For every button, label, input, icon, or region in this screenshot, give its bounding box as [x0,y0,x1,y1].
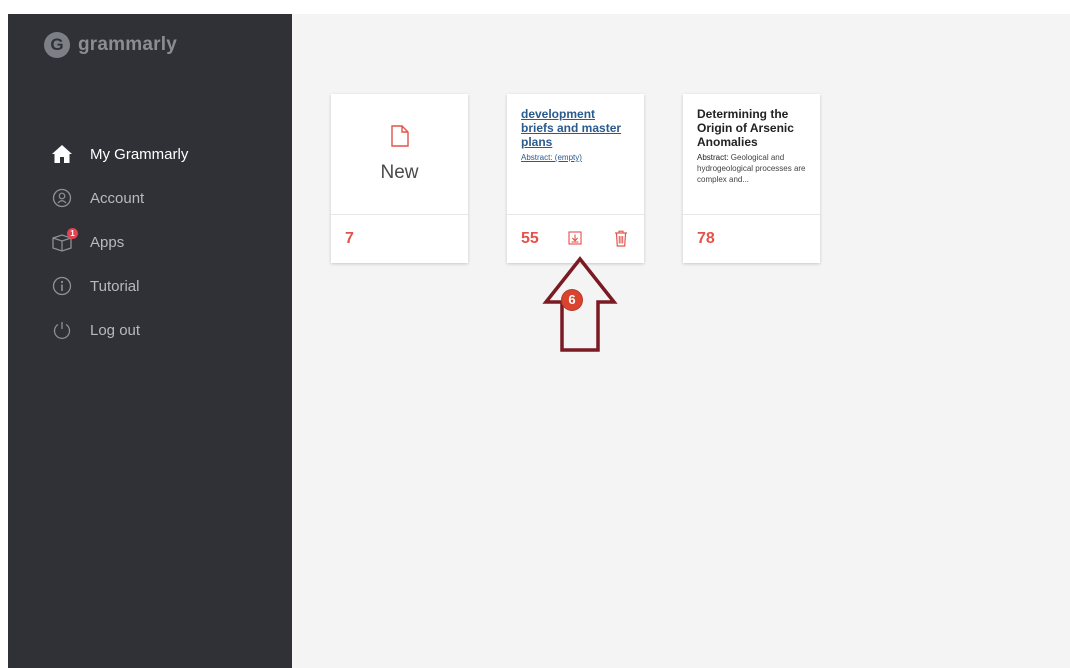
document-title[interactable]: development briefs and master plans [521,107,630,149]
new-document-body[interactable]: New [331,94,468,215]
grammarly-logo-icon: G [44,32,70,58]
step-number-badge: 6 [562,290,582,310]
document-abstract: Abstract: (empty) [521,153,582,162]
apps-notification-badge: 1 [67,228,78,239]
home-icon [50,142,74,166]
abstract-label: Abstract: [697,153,729,162]
sidebar-item-account[interactable]: Account [50,176,188,220]
sidebar-nav: My Grammarly Account 1 Apps Tutorial Log… [50,132,188,352]
new-document-label: New [380,161,419,183]
grammarly-logo-text: grammarly [78,34,177,55]
info-icon [50,274,74,298]
sidebar-item-apps[interactable]: 1 Apps [50,220,188,264]
document-card[interactable]: Determining the Origin of Arsenic Anomal… [683,94,820,263]
sidebar-item-tutorial[interactable]: Tutorial [50,264,188,308]
grammarly-logo[interactable]: G grammarly [44,32,177,58]
new-document-card[interactable]: New 7 [331,94,468,263]
sidebar-item-label: My Grammarly [90,145,189,163]
card-count: 55 [521,230,539,247]
document-card[interactable]: development briefs and master plans Abst… [507,94,644,263]
app-frame: G grammarly My Grammarly Account 1 Apps … [8,14,1070,668]
sidebar-item-label: Tutorial [90,277,140,295]
sidebar-item-log-out[interactable]: Log out [50,308,188,352]
sidebar-item-label: Apps [90,233,125,251]
documents-area: New 7 development briefs and master plan… [292,14,1070,668]
document-abstract: Abstract: Geological and hydrogeological… [697,152,806,185]
card-footer: 78 [683,215,820,263]
document-card-body[interactable]: development briefs and master plans Abst… [507,94,644,215]
document-title[interactable]: Determining the Origin of Arsenic Anomal… [697,107,806,149]
account-icon [50,186,74,210]
sidebar-item-label: Account [90,189,145,207]
download-icon[interactable] [567,229,583,247]
card-count: 78 [697,230,715,247]
power-icon [50,318,74,342]
sidebar-item-my-grammarly[interactable]: My Grammarly [50,132,188,176]
trash-icon[interactable] [613,229,629,247]
document-card-body[interactable]: Determining the Origin of Arsenic Anomal… [683,94,820,215]
new-document-icon [390,124,409,152]
sidebar: G grammarly My Grammarly Account 1 Apps … [8,14,292,668]
sidebar-item-label: Log out [90,321,141,339]
apps-box-icon: 1 [50,228,78,254]
card-count: 7 [345,230,354,247]
card-footer: 7 [331,215,468,263]
